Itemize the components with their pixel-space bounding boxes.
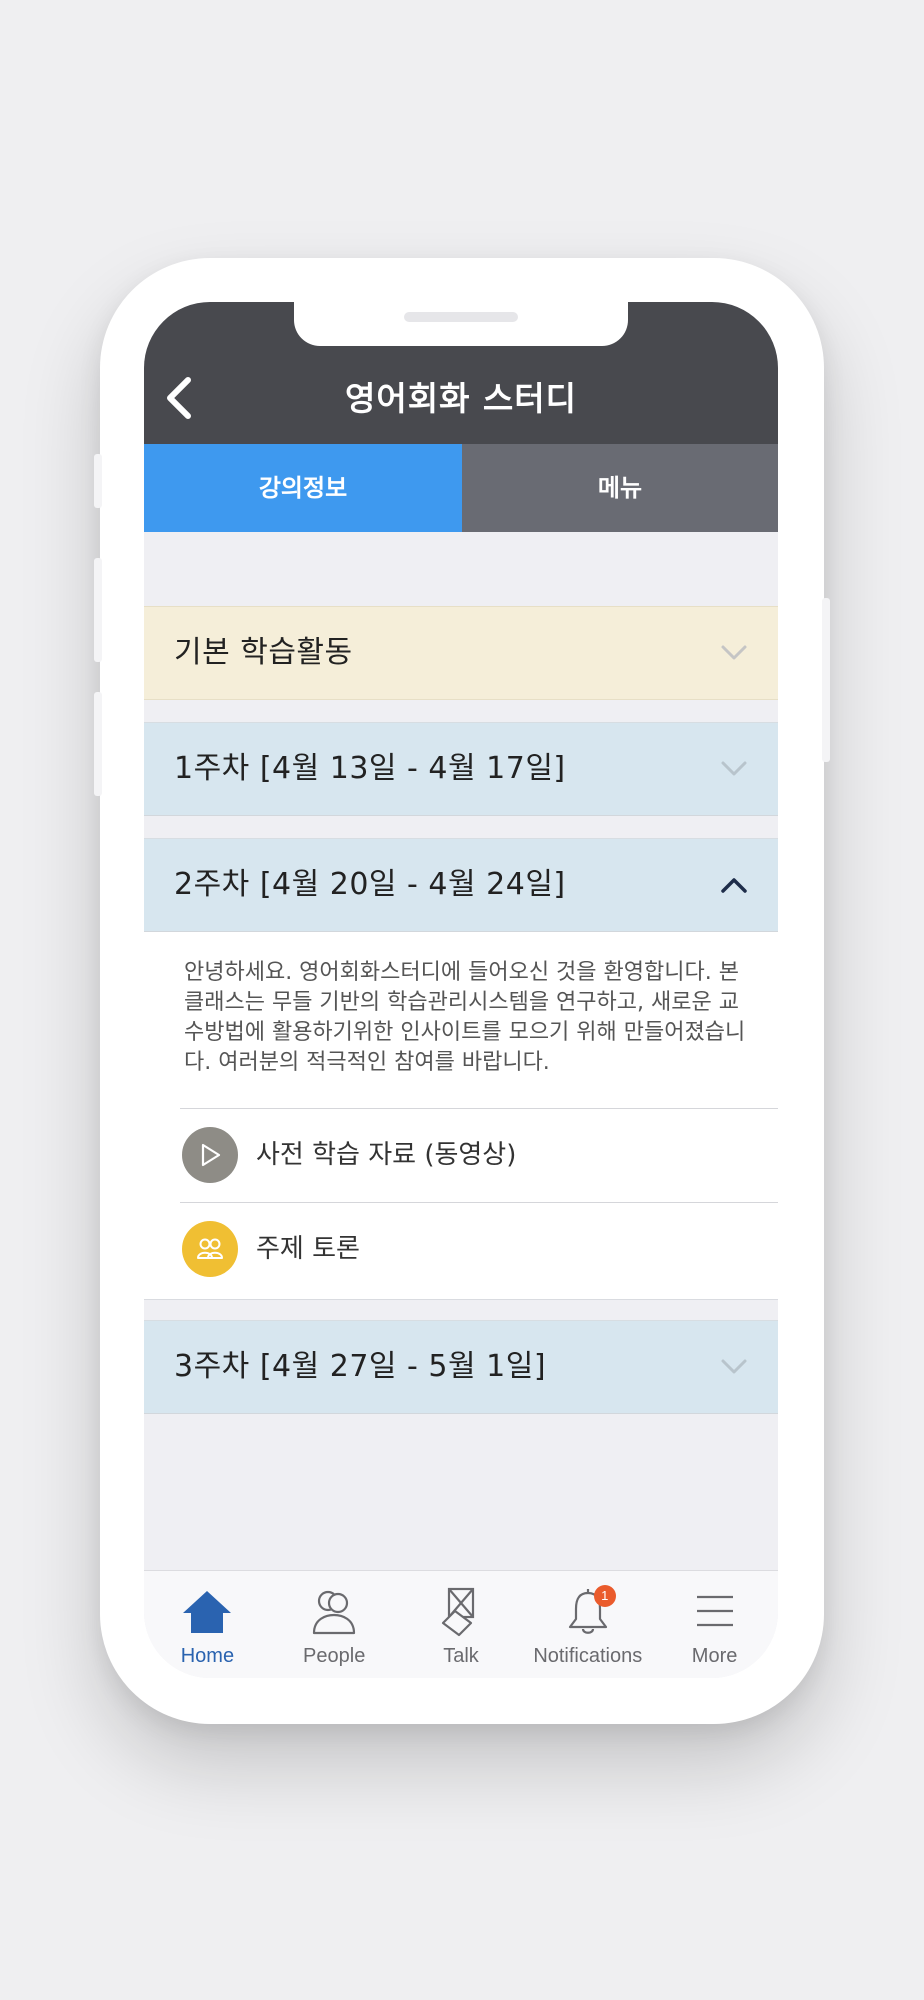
chevron-down-icon (721, 761, 747, 776)
notch-speaker (404, 312, 518, 322)
volume-down-button (94, 692, 102, 796)
section-week-3[interactable]: 3주차 [4월 27일 - 5월 1일] (144, 1320, 778, 1414)
phone-frame: 영어회화 스터디 강의정보 메뉴 기본 학습활동 1주차 [4월 13일 - 4… (94, 258, 830, 1724)
page-title: 영어회화 스터디 (344, 379, 577, 418)
activity-label: 주제 토론 (256, 1234, 360, 1264)
section-week-2[interactable]: 2주차 [4월 20일 - 4월 24일] (144, 838, 778, 932)
section-title: 3주차 [4월 27일 - 5월 1일] (174, 1349, 547, 1384)
section-title: 1주차 [4월 13일 - 4월 17일] (174, 751, 566, 786)
nav-people[interactable]: People (271, 1571, 398, 1678)
nav-label: Notifications (533, 1645, 643, 1667)
mute-switch (94, 454, 102, 508)
app-header: 영어회화 스터디 (144, 302, 778, 444)
section-basic-activities[interactable]: 기본 학습활동 (144, 606, 778, 700)
menu-icon (696, 1595, 733, 1627)
people-icon (313, 1590, 356, 1635)
tab-course-info[interactable]: 강의정보 (144, 444, 462, 532)
nav-talk[interactable]: Talk (398, 1571, 525, 1678)
nav-more[interactable]: More (651, 1571, 778, 1678)
chevron-down-icon (721, 1359, 747, 1374)
tab-bar: 강의정보 메뉴 (144, 444, 778, 532)
section-title: 기본 학습활동 (174, 635, 353, 670)
week-2-content: 안녕하세요. 영어회화스터디에 들어오신 것을 환영합니다. 본 클래스는 무들… (144, 932, 778, 1300)
volume-up-button (94, 558, 102, 662)
nav-home[interactable]: Home (144, 1571, 271, 1678)
home-icon (183, 1591, 232, 1633)
chevron-up-icon (721, 878, 747, 893)
device-notch (294, 302, 628, 346)
nav-label: More (691, 1645, 738, 1667)
notification-badge: 1 (593, 1585, 616, 1607)
nav-notifications[interactable]: 1 Notifications (524, 1571, 651, 1678)
power-button (822, 598, 830, 762)
nav-label: Home (180, 1645, 235, 1667)
activity-video-material[interactable]: 사전 학습 자료 (동영상) (180, 1108, 778, 1202)
nav-label: Talk (443, 1645, 479, 1667)
section-description: 안녕하세요. 영어회화스터디에 들어오신 것을 환영합니다. 본 클래스는 무들… (184, 960, 746, 1075)
activity-label: 사전 학습 자료 (동영상) (256, 1140, 517, 1170)
bottom-navigation: Home People Talk 1 Notifications More (144, 1570, 778, 1678)
section-title: 2주차 [4월 20일 - 4월 24일] (174, 867, 566, 902)
chevron-down-icon (721, 645, 747, 660)
nav-label: People (303, 1645, 366, 1667)
tab-menu[interactable]: 메뉴 (462, 444, 778, 532)
play-icon (182, 1127, 238, 1183)
section-week-1[interactable]: 1주차 [4월 13일 - 4월 17일] (144, 722, 778, 816)
activity-topic-discussion[interactable]: 주제 토론 (180, 1202, 778, 1296)
people-icon (182, 1221, 238, 1277)
app-screen: 영어회화 스터디 강의정보 메뉴 기본 학습활동 1주차 [4월 13일 - 4… (144, 302, 778, 1678)
talk-icon (441, 1587, 475, 1637)
